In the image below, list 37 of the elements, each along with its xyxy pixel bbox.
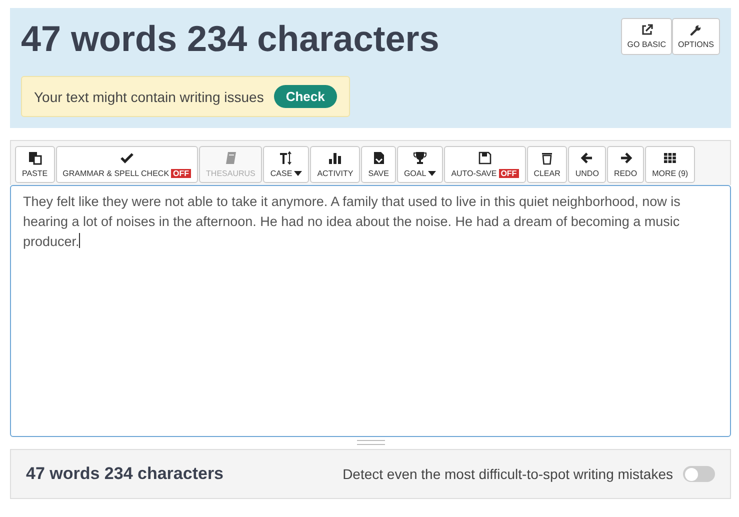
toolbar-button[interactable]: UNDO <box>568 146 606 183</box>
check-button[interactable]: Check <box>274 85 337 108</box>
left-icon <box>580 151 594 165</box>
save-icon <box>372 151 386 165</box>
word-count-title: 47 words 234 characters <box>21 18 440 60</box>
right-icon <box>618 151 632 165</box>
grid-icon <box>663 151 678 165</box>
bars-icon <box>328 151 342 165</box>
paste-icon <box>28 151 42 165</box>
alert-text: Your text might contain writing issues <box>34 88 264 104</box>
toolbar-button[interactable]: REDO <box>606 146 644 183</box>
word-count-text: 47 words 234 characters <box>26 464 224 484</box>
resize-handle[interactable] <box>356 440 384 445</box>
text-editor[interactable] <box>10 185 731 437</box>
toolbar-button[interactable]: AUTO-SAVE OFF <box>444 146 526 183</box>
external-link-icon <box>640 24 653 36</box>
editor-text: They felt like they were not able to take it anymore. A family that used to live in this quiet neighborhood, now is hearing a lot of noises in the afternoon. He had no idea about the noise. He had a dream of becoming a music producer. <box>23 193 682 251</box>
off-badge: OFF <box>171 169 192 178</box>
toolbar-button[interactable]: MORE (9) <box>645 146 696 183</box>
off-badge: OFF <box>498 169 519 178</box>
toolbar-button[interactable]: CASE <box>263 146 310 183</box>
case-icon <box>279 151 294 165</box>
toolbar-button[interactable]: GRAMMAR & SPELL CHECK OFF <box>56 146 198 183</box>
toolbar-button[interactable]: ACTIVITY <box>310 146 360 183</box>
options-button[interactable]: OPTIONS <box>672 18 720 55</box>
trash-icon <box>540 151 554 165</box>
toolbar-button[interactable]: SAVE <box>361 146 396 183</box>
wrench-icon <box>690 24 702 36</box>
toolbar-button[interactable]: GOAL <box>396 146 444 183</box>
toolbar-button[interactable]: CLEAR <box>526 146 568 183</box>
promo-text: Detect even the most difficult-to-spot writing mistakes <box>342 466 673 482</box>
toolbar-button[interactable]: PASTE <box>15 146 55 183</box>
go-basic-button[interactable]: GO BASIC <box>621 18 672 55</box>
toggle-switch[interactable] <box>683 466 715 482</box>
book-icon <box>224 151 238 165</box>
check-icon <box>120 151 134 165</box>
trophy-icon <box>413 151 428 165</box>
